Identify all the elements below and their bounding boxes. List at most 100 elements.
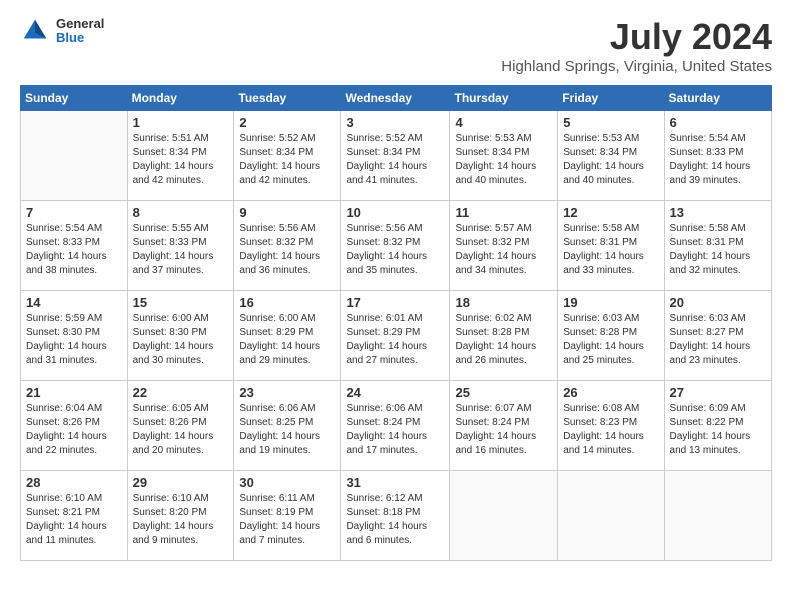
day-number: 27 [670,385,766,400]
day-number: 26 [563,385,658,400]
day-info: Sunrise: 6:02 AMSunset: 8:28 PMDaylight:… [455,312,552,368]
day-number: 23 [239,385,335,400]
page: General Blue July 2024 Highland Springs,… [0,0,792,571]
day-info: Sunrise: 6:05 AMSunset: 8:26 PMDaylight:… [133,402,229,458]
calendar-day-cell: 23 Sunrise: 6:06 AMSunset: 8:25 PMDayligh… [234,381,341,471]
day-info: Sunrise: 5:53 AMSunset: 8:34 PMDaylight:… [455,132,552,188]
calendar-day-cell: 16 Sunrise: 6:00 AMSunset: 8:29 PMDayligh… [234,291,341,381]
day-number: 6 [670,115,766,130]
calendar-day-cell [558,471,664,561]
calendar-day-cell: 18 Sunrise: 6:02 AMSunset: 8:28 PMDayligh… [450,291,558,381]
calendar-day-cell: 4 Sunrise: 5:53 AMSunset: 8:34 PMDaylight… [450,111,558,201]
calendar-day-cell: 15Sunrise: 6:00 AMSunset: 8:30 PMDayligh… [127,291,234,381]
day-info: Sunrise: 5:59 AMSunset: 8:30 PMDaylight:… [26,312,122,368]
day-number: 12 [563,205,658,220]
day-number: 24 [346,385,444,400]
day-number: 25 [455,385,552,400]
calendar-day-cell: 2Sunrise: 5:52 AMSunset: 8:34 PMDaylight… [234,111,341,201]
weekday-header: Wednesday [341,86,450,111]
day-info: Sunrise: 5:58 AMSunset: 8:31 PMDaylight:… [563,222,658,278]
calendar-table: SundayMondayTuesdayWednesdayThursdayFrid… [20,85,772,561]
header: General Blue July 2024 Highland Springs,… [20,16,772,75]
weekday-header: Thursday [450,86,558,111]
calendar-day-cell [664,471,771,561]
calendar-week-row: 1Sunrise: 5:51 AMSunset: 8:34 PMDaylight… [21,111,772,201]
calendar-day-cell: 10Sunrise: 5:56 AMSunset: 8:32 PMDayligh… [341,201,450,291]
day-number: 18 [455,295,552,310]
day-number: 3 [346,115,444,130]
calendar-day-cell: 17Sunrise: 6:01 AMSunset: 8:29 PMDayligh… [341,291,450,381]
day-info: Sunrise: 5:57 AMSunset: 8:32 PMDaylight:… [455,222,552,278]
calendar-week-row: 21Sunrise: 6:04 AMSunset: 8:26 PMDayligh… [21,381,772,471]
day-info: Sunrise: 6:11 AMSunset: 8:19 PMDaylight:… [239,492,335,548]
day-number: 16 [239,295,335,310]
day-info: Sunrise: 5:52 AMSunset: 8:34 PMDaylight:… [239,132,335,188]
day-number: 17 [346,295,444,310]
calendar-day-cell: 13 Sunrise: 5:58 AMSunset: 8:31 PMDayligh… [664,201,771,291]
weekday-header: Monday [127,86,234,111]
day-number: 13 [670,205,766,220]
calendar-header: SundayMondayTuesdayWednesdayThursdayFrid… [21,86,772,111]
weekday-row: SundayMondayTuesdayWednesdayThursdayFrid… [21,86,772,111]
day-info: Sunrise: 5:54 AMSunset: 8:33 PMDaylight:… [26,222,122,278]
day-number: 1 [133,115,229,130]
day-info: Sunrise: 5:56 AMSunset: 8:32 PMDaylight:… [346,222,444,278]
day-number: 7 [26,205,122,220]
day-info: Sunrise: 6:03 AMSunset: 8:27 PMDaylight:… [670,312,766,368]
calendar-day-cell: 8 Sunrise: 5:55 AMSunset: 8:33 PMDaylight… [127,201,234,291]
logo-blue: Blue [56,31,104,45]
weekday-header: Friday [558,86,664,111]
day-number: 9 [239,205,335,220]
logo-text: General Blue [56,17,104,46]
calendar-week-row: 28 Sunrise: 6:10 AMSunset: 8:21 PMDayligh… [21,471,772,561]
day-info: Sunrise: 5:58 AMSunset: 8:31 PMDaylight:… [670,222,766,278]
day-number: 5 [563,115,658,130]
calendar-week-row: 14 Sunrise: 5:59 AMSunset: 8:30 PMDayligh… [21,291,772,381]
title-area: July 2024 Highland Springs, Virginia, Un… [501,16,772,75]
day-number: 15 [133,295,229,310]
day-number: 30 [239,475,335,490]
calendar-day-cell: 21Sunrise: 6:04 AMSunset: 8:26 PMDayligh… [21,381,128,471]
calendar-day-cell: 25Sunrise: 6:07 AMSunset: 8:24 PMDayligh… [450,381,558,471]
calendar-day-cell: 5 Sunrise: 5:53 AMSunset: 8:34 PMDaylight… [558,111,664,201]
main-title: July 2024 [501,16,772,58]
day-info: Sunrise: 5:54 AMSunset: 8:33 PMDaylight:… [670,132,766,188]
day-info: Sunrise: 6:10 AMSunset: 8:20 PMDaylight:… [133,492,229,548]
weekday-header: Saturday [664,86,771,111]
day-info: Sunrise: 6:10 AMSunset: 8:21 PMDaylight:… [26,492,122,548]
day-info: Sunrise: 6:06 AMSunset: 8:24 PMDaylight:… [346,402,444,458]
logo-general: General [56,17,104,31]
calendar-week-row: 7 Sunrise: 5:54 AMSunset: 8:33 PMDaylight… [21,201,772,291]
calendar-day-cell: 9 Sunrise: 5:56 AMSunset: 8:32 PMDaylight… [234,201,341,291]
calendar-day-cell: 29Sunrise: 6:10 AMSunset: 8:20 PMDayligh… [127,471,234,561]
calendar-body: 1Sunrise: 5:51 AMSunset: 8:34 PMDaylight… [21,111,772,561]
calendar-day-cell: 1Sunrise: 5:51 AMSunset: 8:34 PMDaylight… [127,111,234,201]
day-number: 11 [455,205,552,220]
day-info: Sunrise: 5:53 AMSunset: 8:34 PMDaylight:… [563,132,658,188]
day-number: 20 [670,295,766,310]
day-number: 31 [346,475,444,490]
day-info: Sunrise: 6:06 AMSunset: 8:25 PMDaylight:… [239,402,335,458]
day-info: Sunrise: 6:12 AMSunset: 8:18 PMDaylight:… [346,492,444,548]
day-number: 4 [455,115,552,130]
calendar-day-cell [450,471,558,561]
day-number: 8 [133,205,229,220]
day-number: 21 [26,385,122,400]
calendar-day-cell: 22Sunrise: 6:05 AMSunset: 8:26 PMDayligh… [127,381,234,471]
day-number: 19 [563,295,658,310]
calendar-day-cell: 28 Sunrise: 6:10 AMSunset: 8:21 PMDayligh… [21,471,128,561]
calendar-day-cell [21,111,128,201]
calendar-day-cell: 24 Sunrise: 6:06 AMSunset: 8:24 PMDayligh… [341,381,450,471]
day-info: Sunrise: 5:56 AMSunset: 8:32 PMDaylight:… [239,222,335,278]
logo: General Blue [20,16,104,46]
weekday-header: Tuesday [234,86,341,111]
day-info: Sunrise: 6:00 AMSunset: 8:29 PMDaylight:… [239,312,335,368]
day-number: 28 [26,475,122,490]
day-info: Sunrise: 5:55 AMSunset: 8:33 PMDaylight:… [133,222,229,278]
day-info: Sunrise: 6:03 AMSunset: 8:28 PMDaylight:… [563,312,658,368]
logo-icon [20,16,50,46]
day-number: 14 [26,295,122,310]
calendar-day-cell: 6 Sunrise: 5:54 AMSunset: 8:33 PMDaylight… [664,111,771,201]
subtitle: Highland Springs, Virginia, United State… [501,58,772,75]
day-info: Sunrise: 6:09 AMSunset: 8:22 PMDaylight:… [670,402,766,458]
